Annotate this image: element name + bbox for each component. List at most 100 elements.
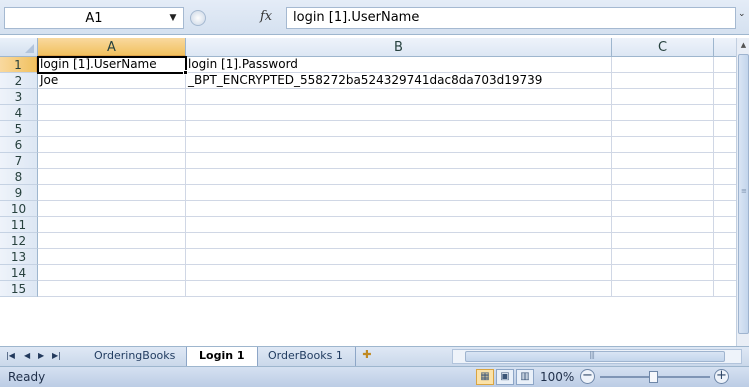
cell-b8[interactable] [186, 169, 612, 185]
horizontal-scroll-thumb[interactable]: ||| [465, 350, 725, 362]
cell-a14[interactable] [38, 265, 186, 281]
cell-a6[interactable] [38, 137, 186, 153]
row-header-3[interactable]: 3 [0, 89, 38, 105]
cell-a15[interactable] [38, 281, 186, 297]
next-sheet-icon[interactable]: ▶ [38, 349, 44, 363]
row-header-15[interactable]: 15 [0, 281, 38, 297]
cell-d12[interactable] [714, 233, 736, 249]
cell-b7[interactable] [186, 153, 612, 169]
cell-a2[interactable]: Joe [38, 73, 186, 89]
cell-d14[interactable] [714, 265, 736, 281]
column-header-a[interactable]: A [38, 38, 186, 57]
row-header-9[interactable]: 9 [0, 185, 38, 201]
cell-b4[interactable] [186, 105, 612, 121]
row-header-5[interactable]: 5 [0, 121, 38, 137]
row-header-11[interactable]: 11 [0, 217, 38, 233]
cell-a1[interactable]: login [1].UserName [37, 56, 188, 75]
cell-d13[interactable] [714, 249, 736, 265]
first-sheet-icon[interactable]: |◀ [6, 349, 15, 363]
cell-a5[interactable] [38, 121, 186, 137]
cell-d10[interactable] [714, 201, 736, 217]
expand-formula-bar-icon[interactable]: ⌄ [738, 9, 749, 27]
cell-a4[interactable] [38, 105, 186, 121]
normal-view-icon[interactable]: ▦ [476, 369, 494, 385]
cell-c4[interactable] [612, 105, 714, 121]
row-header-1[interactable]: 1 [0, 57, 38, 73]
cell-a13[interactable] [38, 249, 186, 265]
cell-b13[interactable] [186, 249, 612, 265]
cell-b10[interactable] [186, 201, 612, 217]
cell-d11[interactable] [714, 217, 736, 233]
cell-b15[interactable] [186, 281, 612, 297]
cell-a12[interactable] [38, 233, 186, 249]
cell-b9[interactable] [186, 185, 612, 201]
row-header-4[interactable]: 4 [0, 105, 38, 121]
fill-handle[interactable] [183, 70, 188, 75]
cell-b14[interactable] [186, 265, 612, 281]
page-layout-view-icon[interactable]: ▣ [496, 369, 514, 385]
cell-b12[interactable] [186, 233, 612, 249]
cell-c2[interactable] [612, 73, 714, 89]
row-header-13[interactable]: 13 [0, 249, 38, 265]
insert-function-button[interactable]: fx [260, 9, 272, 24]
cell-b6[interactable] [186, 137, 612, 153]
page-break-view-icon[interactable]: ▥ [516, 369, 534, 385]
cell-d9[interactable] [714, 185, 736, 201]
zoom-in-button[interactable]: + [714, 369, 729, 384]
tab-orderbooks-1[interactable]: OrderBooks 1 [256, 347, 356, 366]
cell-c11[interactable] [612, 217, 714, 233]
tab-orderingbooks[interactable]: OrderingBooks [82, 347, 189, 366]
column-header-b[interactable]: B [186, 38, 612, 57]
cell-b11[interactable] [186, 217, 612, 233]
formula-bar-resizer[interactable] [190, 7, 230, 29]
horizontal-scrollbar[interactable]: ||| [452, 349, 742, 364]
cell-c13[interactable] [612, 249, 714, 265]
chevron-down-icon[interactable]: ▼ [163, 13, 183, 23]
scroll-up-icon[interactable]: ▲ [737, 38, 749, 52]
tab-login-1[interactable]: Login 1 [186, 347, 258, 366]
cell-b1[interactable]: login [1].Password [186, 57, 612, 73]
vertical-scroll-thumb[interactable]: ≡ [738, 54, 749, 334]
prev-sheet-icon[interactable]: ◀ [24, 349, 30, 363]
cell-b3[interactable] [186, 89, 612, 105]
resize-knob-icon[interactable] [190, 10, 206, 26]
cell-c10[interactable] [612, 201, 714, 217]
cell-b2[interactable]: _BPT_ENCRYPTED_558272ba524329741dac8da70… [186, 73, 612, 89]
cell-c8[interactable] [612, 169, 714, 185]
cell-d7[interactable] [714, 153, 736, 169]
zoom-out-button[interactable]: − [580, 369, 595, 384]
cell-d6[interactable] [714, 137, 736, 153]
zoom-level[interactable]: 100% [540, 370, 574, 384]
cell-c9[interactable] [612, 185, 714, 201]
cell-a10[interactable] [38, 201, 186, 217]
insert-worksheet-icon[interactable]: ✚ [352, 348, 382, 365]
row-header-8[interactable]: 8 [0, 169, 38, 185]
formula-input[interactable]: login [1].UserName [286, 7, 736, 29]
vertical-scrollbar[interactable]: ▲ ≡ [736, 38, 749, 348]
cell-c12[interactable] [612, 233, 714, 249]
row-header-14[interactable]: 14 [0, 265, 38, 281]
cell-c6[interactable] [612, 137, 714, 153]
cell-d4[interactable] [714, 105, 736, 121]
row-header-2[interactable]: 2 [0, 73, 38, 89]
cell-a3[interactable] [38, 89, 186, 105]
row-header-7[interactable]: 7 [0, 153, 38, 169]
cell-d1[interactable] [714, 57, 736, 73]
cell-a8[interactable] [38, 169, 186, 185]
zoom-slider-thumb[interactable] [649, 371, 658, 383]
cell-b5[interactable] [186, 121, 612, 137]
cell-d15[interactable] [714, 281, 736, 297]
cell-c3[interactable] [612, 89, 714, 105]
cell-d8[interactable] [714, 169, 736, 185]
row-header-12[interactable]: 12 [0, 233, 38, 249]
column-header-d[interactable] [714, 38, 736, 57]
name-box[interactable]: A1 ▼ [4, 7, 184, 29]
cell-a7[interactable] [38, 153, 186, 169]
cell-d5[interactable] [714, 121, 736, 137]
cell-c15[interactable] [612, 281, 714, 297]
cell-c5[interactable] [612, 121, 714, 137]
cell-d2[interactable] [714, 73, 736, 89]
select-all-button[interactable] [0, 38, 38, 57]
cell-c14[interactable] [612, 265, 714, 281]
cell-c7[interactable] [612, 153, 714, 169]
